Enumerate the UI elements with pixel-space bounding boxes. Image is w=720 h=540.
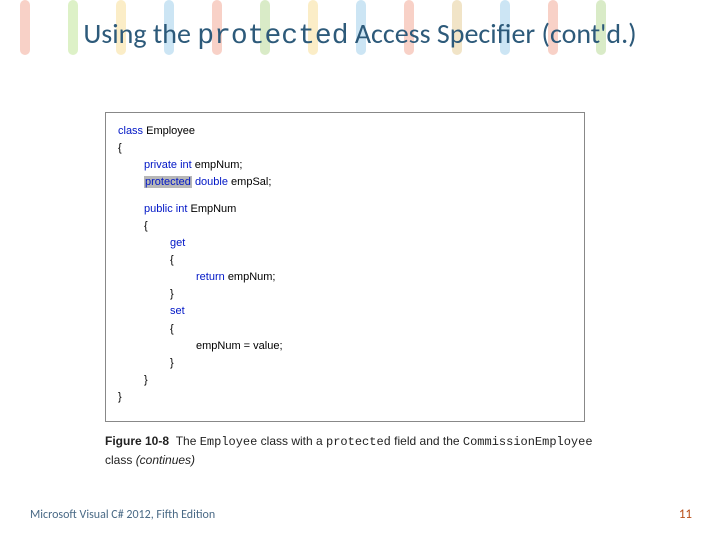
- brace-set-open: {: [118, 321, 572, 338]
- stmt-assign: empNum = value;: [118, 338, 572, 355]
- id-empsal: empSal;: [231, 176, 271, 188]
- brace-get-close: }: [118, 286, 572, 303]
- id-empnum-prop: EmpNum: [190, 203, 236, 215]
- brace-close: }: [118, 389, 572, 406]
- cap-m1: Employee: [200, 435, 258, 449]
- kw-get: get: [170, 237, 185, 249]
- brace-get-open: {: [118, 252, 572, 269]
- code-figure: class Employee { private int empNum; pro…: [105, 112, 585, 422]
- kw-public-int: public int: [144, 203, 187, 215]
- brace-prop-close: }: [118, 372, 572, 389]
- id-return-empnum: empNum;: [228, 271, 276, 283]
- title-pre: Using the: [83, 16, 197, 51]
- figure-label: Figure 10-8: [105, 434, 169, 448]
- cap-continues: (continues): [136, 453, 195, 467]
- footer-text: Microsoft Visual C# 2012, Fifth Edition: [30, 508, 215, 522]
- cap-t2: class with a: [257, 434, 326, 448]
- brace-prop-open: {: [118, 218, 572, 235]
- kw-set: set: [170, 305, 185, 317]
- kw-double: double: [195, 176, 228, 188]
- cap-m2: protected: [326, 435, 391, 449]
- kw-protected-hl: protected: [144, 176, 192, 188]
- cap-t4: class: [105, 453, 136, 467]
- brace-set-close: }: [118, 355, 572, 372]
- title-post: Access Specifier (cont'd.): [349, 16, 637, 51]
- figure-caption: Figure 10-8 The Employee class with a pr…: [105, 432, 595, 469]
- kw-class: class: [118, 125, 143, 137]
- title-mono: protected: [197, 21, 348, 52]
- kw-private-int: private int: [144, 159, 192, 171]
- page-number: 11: [679, 507, 692, 522]
- id-empnum-decl: empNum;: [195, 159, 243, 171]
- kw-return: return: [196, 271, 225, 283]
- slide-title: Using the protected Access Specifier (co…: [0, 0, 720, 53]
- id-employee: Employee: [146, 125, 195, 137]
- cap-m3: CommissionEmployee: [463, 435, 593, 449]
- cap-t3: field and the: [391, 434, 463, 448]
- brace-open: {: [118, 140, 572, 157]
- cap-t1: The: [176, 434, 200, 448]
